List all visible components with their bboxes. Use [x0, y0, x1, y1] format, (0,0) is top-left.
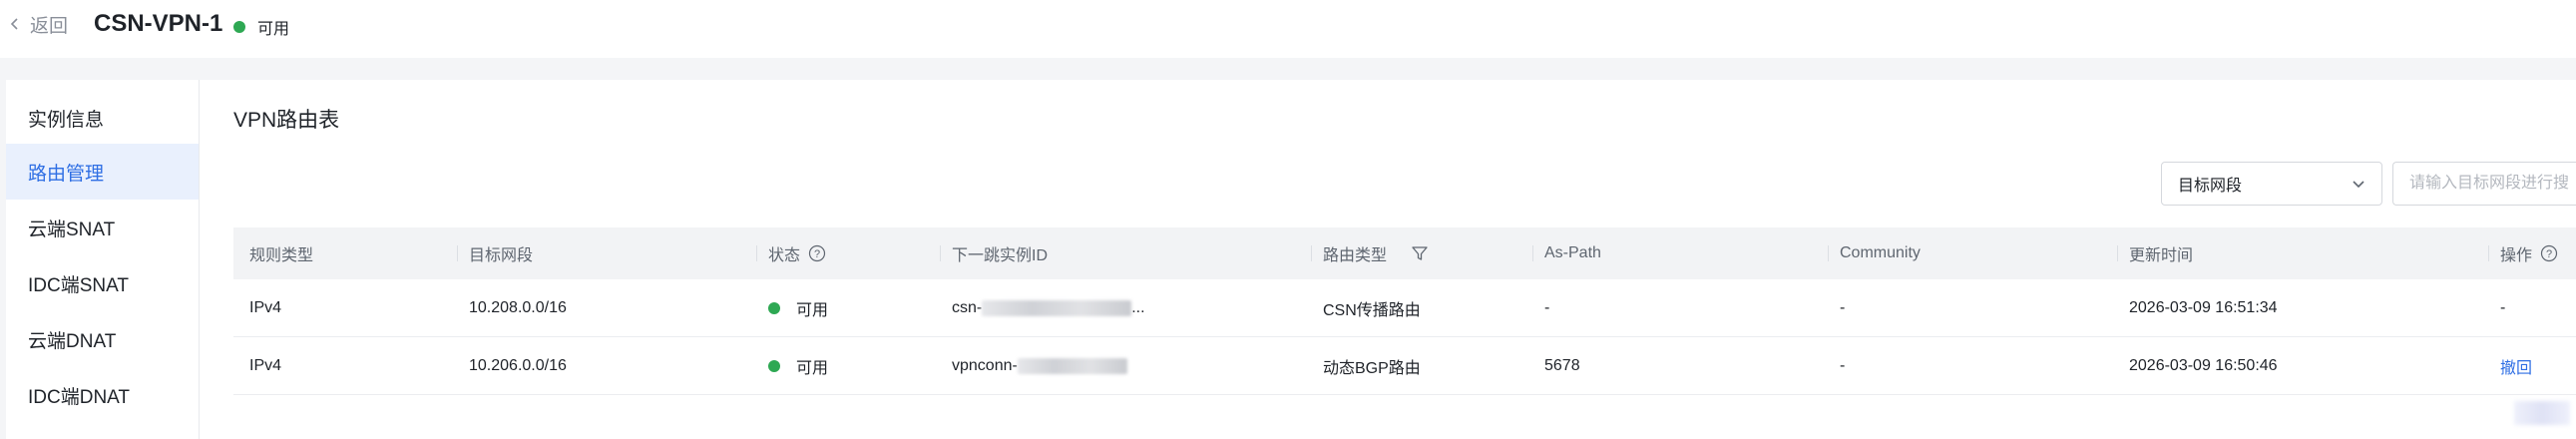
- page-title: CSN-VPN-1: [94, 10, 223, 37]
- as-path-cell: 5678: [1544, 356, 1580, 374]
- rule-type-cell: IPv4: [249, 298, 282, 316]
- table-row: IPv4 10.208.0.0/16 可用 csn- ... CSN传播路由 -…: [233, 279, 2576, 337]
- column-header-action-label: 操作: [2500, 247, 2533, 264]
- status-cell: 可用: [768, 337, 828, 394]
- content-panel: 实例信息 路由管理 云端SNAT IDC端SNAT 云端DNAT IDC端DNA…: [6, 80, 2576, 439]
- updated-cell: 2026-03-09 16:50:46: [2129, 356, 2278, 374]
- instance-status: 可用: [233, 15, 289, 39]
- status-dot-icon: [768, 301, 780, 314]
- sidebar-item-idc-snat[interactable]: IDC端SNAT: [6, 255, 199, 311]
- status-dot-icon: [768, 359, 780, 372]
- next-hop-cell: vpnconn-: [952, 337, 1127, 394]
- sidebar-item-cloud-snat[interactable]: 云端SNAT: [6, 200, 199, 255]
- column-header-route-type: 路由类型: [1310, 227, 1429, 279]
- select-value: 目标网段: [2178, 178, 2243, 195]
- status-cell: 可用: [768, 279, 828, 336]
- sidebar: 实例信息 路由管理 云端SNAT IDC端SNAT 云端DNAT IDC端DNA…: [6, 80, 200, 439]
- filter-icon[interactable]: [1411, 244, 1429, 262]
- route-table: 规则类型 目标网段 状态 ? 下一跳实例ID 路由类型 As-Path Comm…: [233, 227, 2576, 395]
- as-path-cell: -: [1544, 298, 1550, 316]
- top-bar: 返回 CSN-VPN-1 可用: [0, 0, 2576, 58]
- help-icon[interactable]: ?: [2540, 244, 2558, 262]
- back-label: 返回: [30, 15, 69, 37]
- column-header-rule-type: 规则类型: [249, 247, 314, 264]
- sidebar-item-cloud-dnat[interactable]: 云端DNAT: [6, 311, 199, 367]
- status-dot-icon: [233, 21, 245, 33]
- svg-text:?: ?: [814, 248, 820, 260]
- community-cell: -: [1840, 298, 1846, 316]
- column-header-next-hop: 下一跳实例ID: [939, 227, 1048, 279]
- chevron-down-icon: [2353, 181, 2364, 189]
- target-cell: 10.206.0.0/16: [469, 356, 567, 374]
- sidebar-item-label: 云端DNAT: [28, 330, 117, 352]
- column-header-target: 目标网段: [456, 227, 533, 279]
- table-header: 规则类型 目标网段 状态 ? 下一跳实例ID 路由类型 As-Path Comm…: [233, 227, 2576, 279]
- route-type-cell: 动态BGP路由: [1323, 359, 1421, 377]
- column-header-status-label: 状态: [768, 247, 801, 264]
- sidebar-item-instance-info[interactable]: 实例信息: [6, 90, 199, 146]
- redacted-overlay: [2514, 401, 2570, 425]
- table-row: IPv4 10.206.0.0/16 可用 vpnconn- 动态BGP路由 5…: [233, 337, 2576, 395]
- redacted-id: [982, 299, 1132, 316]
- next-hop-prefix: vpnconn-: [952, 356, 1018, 374]
- redacted-id: [1017, 357, 1127, 374]
- column-header-route-type-label: 路由类型: [1323, 247, 1388, 264]
- sidebar-item-label: IDC端DNAT: [28, 386, 131, 408]
- sidebar-item-route-management[interactable]: 路由管理: [6, 144, 199, 200]
- sidebar-item-label: 路由管理: [28, 163, 105, 185]
- column-header-status: 状态 ?: [755, 227, 826, 279]
- column-header-as-path: As-Path: [1532, 227, 1601, 279]
- route-type-cell: CSN传播路由: [1323, 301, 1421, 319]
- help-icon[interactable]: ?: [808, 244, 826, 262]
- search-input[interactable]: [2392, 162, 2576, 206]
- column-header-updated: 更新时间: [2116, 227, 2193, 279]
- next-hop-prefix: csn-: [952, 298, 983, 316]
- search-field-select[interactable]: 目标网段: [2161, 162, 2382, 206]
- chevron-left-icon: [10, 18, 18, 30]
- sidebar-item-idc-dnat[interactable]: IDC端DNAT: [6, 367, 199, 423]
- updated-cell: 2026-03-09 16:51:34: [2129, 298, 2278, 316]
- community-cell: -: [1840, 356, 1846, 374]
- next-hop-cell: csn- ...: [952, 279, 1145, 336]
- column-header-community: Community: [1828, 227, 1921, 279]
- next-hop-suffix: ...: [1131, 298, 1145, 316]
- rule-type-cell: IPv4: [249, 356, 282, 374]
- sidebar-item-label: 实例信息: [28, 109, 105, 131]
- instance-status-label: 可用: [257, 21, 290, 38]
- withdraw-link[interactable]: 撤回: [2500, 337, 2532, 394]
- section-title: VPN路由表: [233, 109, 340, 132]
- action-cell: -: [2500, 298, 2506, 316]
- svg-text:?: ?: [2546, 248, 2552, 260]
- sidebar-item-label: 云端SNAT: [28, 219, 116, 240]
- status-label: 可用: [796, 301, 829, 319]
- column-header-action: 操作 ?: [2487, 227, 2558, 279]
- sidebar-item-label: IDC端SNAT: [28, 274, 129, 296]
- back-button[interactable]: 返回: [8, 12, 69, 37]
- status-label: 可用: [796, 359, 829, 377]
- target-cell: 10.208.0.0/16: [469, 298, 567, 316]
